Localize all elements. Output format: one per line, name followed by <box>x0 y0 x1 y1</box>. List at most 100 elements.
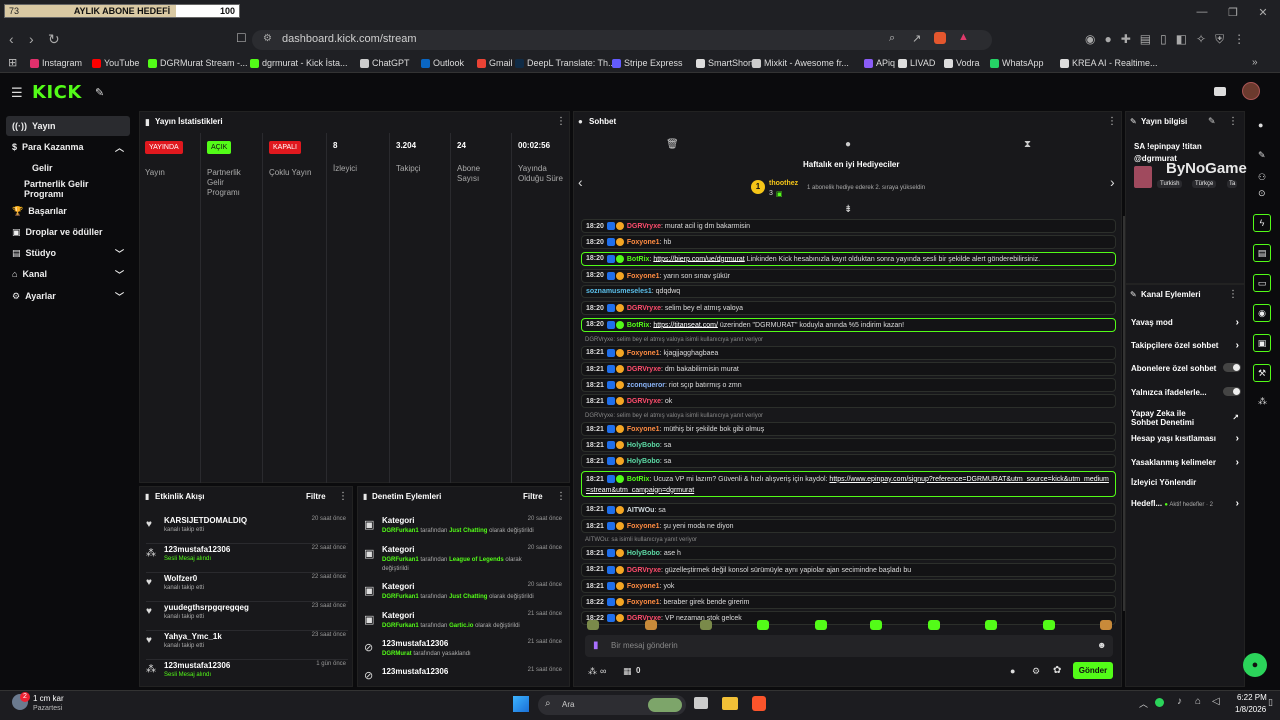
chat-message[interactable]: 18:21 HolyBobo: sa <box>581 438 1116 452</box>
activity-user[interactable]: KARSIJETDOMALDIQ <box>164 516 247 525</box>
message-user[interactable]: DGRVryxe <box>627 398 661 405</box>
points-icon[interactable]: ⁂ <box>588 666 597 677</box>
tag-chip[interactable]: Türkçe <box>1192 180 1217 188</box>
message-user[interactable]: DGRVryxe <box>627 566 661 573</box>
bookmark-item[interactable]: DGRMurat Stream -... <box>148 58 248 68</box>
bookmark-item[interactable]: ChatGPT <box>360 58 410 68</box>
reload-icon[interactable]: ↻ <box>48 31 60 48</box>
bookmark-item[interactable]: Outlook <box>421 58 464 68</box>
more-icon[interactable]: ⋮ <box>338 491 348 502</box>
volume-icon[interactable]: ◁ <box>1212 696 1220 707</box>
moderation-filter-button[interactable]: Filtre <box>523 492 543 501</box>
chat-message[interactable]: 18:21 HolyBobo: ase h <box>581 546 1116 561</box>
rail-studio-button[interactable]: ▣ <box>1253 334 1271 352</box>
message-user[interactable]: HolyBobo <box>627 550 660 557</box>
message-user[interactable]: HolyBobo <box>627 442 660 449</box>
notifications-icon[interactable]: ▯ <box>1268 697 1273 708</box>
chat-message[interactable]: 18:20 BotRix: https://titanseat.com/ üze… <box>581 317 1116 332</box>
message-user[interactable]: Foxyone1 <box>627 426 660 433</box>
bookmark-item[interactable]: DeepL Translate: Th... <box>515 58 616 68</box>
forward-icon[interactable]: › <box>29 31 34 47</box>
search-icon[interactable]: ⌕ <box>889 32 895 45</box>
channel-action-item[interactable]: Yapay Zeka ile Sohbet Denetimi ↗ <box>1131 409 1241 427</box>
gift-box-icon[interactable]: ▦ <box>623 666 632 677</box>
chat-settings-icon[interactable]: ● <box>1010 666 1015 676</box>
channel-action-item[interactable]: İzleyici Yönlendir <box>1131 478 1241 487</box>
message-user[interactable]: AITWOu <box>627 506 655 513</box>
category-thumbnail[interactable] <box>1134 166 1152 188</box>
emote-icon[interactable] <box>985 620 997 630</box>
studio-icon[interactable] <box>1214 87 1226 96</box>
sidebar-item-ayarlar[interactable]: ⚙ Ayarlar ﹀ <box>6 286 130 306</box>
chat-message[interactable]: 18:21 Foxyone1: kjagjjagghagbaea <box>581 345 1116 360</box>
extensions-icons[interactable]: ◉●✚▤▯◧✧⛨⋮ <box>1085 32 1254 47</box>
badge-icon[interactable]: ✿ <box>1053 665 1061 676</box>
rail-broadcast-button[interactable]: ◉ <box>1253 304 1271 322</box>
share-icon[interactable]: ↗ <box>912 32 921 45</box>
chat-message[interactable]: 18:22 DGRVryxe: VP nezaman stok gelcek <box>581 611 1116 626</box>
message-user[interactable]: DGRVryxe <box>627 305 661 312</box>
bookmark-item[interactable]: SmartShort <box>696 58 754 68</box>
moderation-actor[interactable]: DGRFurkan1 <box>382 594 419 600</box>
channel-action-item[interactable]: Yasaklanmış kelimeler › <box>1131 457 1241 468</box>
channel-action-item[interactable]: Hedefl... ● Aktif hedefler · 2 › <box>1131 498 1241 509</box>
sidebar-item-para-kazanma[interactable]: $ Para Kazanma ︿ <box>6 137 130 157</box>
chat-message[interactable]: 18:21 Foxyone1: müthiş bir şekilde bok g… <box>581 421 1116 436</box>
rail-doc-button[interactable]: ▤ <box>1253 244 1271 262</box>
close-icon[interactable]: ✕ <box>1253 6 1273 19</box>
message-user[interactable]: Foxyone1 <box>627 583 660 590</box>
more-icon[interactable]: ⋮ <box>1107 116 1117 127</box>
chat-message[interactable]: soznamusmeseles1: qdqdwq <box>581 284 1116 298</box>
activity-user[interactable]: 123mustafa12306 <box>164 545 230 554</box>
trash-icon[interactable]: 🗑 <box>666 139 679 150</box>
more-icon[interactable]: ⋮ <box>1228 289 1238 300</box>
maximize-icon[interactable]: ❐ <box>1223 6 1243 19</box>
site-info-icon[interactable]: ⚙ <box>263 33 272 44</box>
more-bookmarks-icon[interactable]: » <box>1252 57 1258 68</box>
message-user[interactable]: DGRVryxe <box>627 366 661 373</box>
url-field[interactable]: ⚙ dashboard.kick.com/stream ⌕ ↗ ▲ <box>252 30 992 50</box>
activity-user[interactable]: Wolfzer0 <box>164 574 197 583</box>
bookmark-item[interactable]: LIVAD <box>898 58 935 68</box>
channel-action-item[interactable]: Abonelere özel sohbet <box>1131 363 1241 373</box>
moderation-actor[interactable]: DGRFurkan1 <box>382 557 419 563</box>
brave-rewards-icon[interactable]: ▲ <box>958 31 969 43</box>
kick-logo[interactable]: KICK <box>32 82 82 103</box>
message-user[interactable]: zconqueror <box>627 382 665 389</box>
emote-icon[interactable] <box>587 620 599 630</box>
sidebar-item-partnerlik[interactable]: Partnerlik Gelir Programı <box>6 179 130 199</box>
hourglass-icon[interactable]: ⧗ <box>1024 139 1031 150</box>
more-icon[interactable]: ⋮ <box>1228 116 1238 127</box>
channel-action-item[interactable]: Yavaş mod › <box>1131 317 1241 328</box>
message-user[interactable]: Foxyone1 <box>627 599 660 606</box>
apps-grid-icon[interactable]: ⊞ <box>8 56 17 69</box>
sidebar-item-yayin[interactable]: ((·)) Yayın <box>6 116 130 136</box>
emote-icon[interactable] <box>645 620 657 630</box>
chat-message[interactable]: 18:21 HolyBobo: sa <box>581 454 1116 469</box>
sidebar-item-basarilar[interactable]: 🏆 Başarılar <box>6 201 130 221</box>
chat-message[interactable]: 18:20 Foxyone1: hb <box>581 235 1116 250</box>
start-icon[interactable] <box>513 696 529 712</box>
bookmark-item[interactable]: YouTube <box>92 58 139 68</box>
bookmark-item[interactable]: Stripe Express <box>612 58 683 68</box>
more-icon[interactable]: ⋮ <box>556 116 566 127</box>
moderation-actor[interactable]: DGRFurkan1 <box>382 623 419 629</box>
emote-icon[interactable] <box>1043 620 1055 630</box>
bookmark-item[interactable]: dgrmurat - Kick İsta... <box>250 58 348 68</box>
message-link[interactable]: https://bierp.com/ue/dgrmurat <box>653 255 744 262</box>
minimize-icon[interactable]: — <box>1192 6 1212 18</box>
message-user[interactable]: HolyBobo <box>627 458 660 465</box>
microphone-icon[interactable]: ♪ <box>1177 696 1182 707</box>
message-user[interactable]: BotRix <box>627 476 650 483</box>
gifter-name[interactable]: thoothez <box>769 180 798 187</box>
message-user[interactable]: Foxyone1 <box>627 272 660 279</box>
bookmark-item[interactable]: Instagram <box>30 58 82 68</box>
chat-message[interactable]: 18:20 BotRix: https://bierp.com/ue/dgrmu… <box>581 251 1116 266</box>
channel-action-item[interactable]: Takipçilere özel sohbet › <box>1131 340 1241 351</box>
channel-action-item[interactable]: Hesap yaşı kısıtlaması › <box>1131 433 1241 444</box>
sidebar-item-kanal[interactable]: ⌂ Kanal ﹀ <box>6 264 130 284</box>
bookmark-item[interactable]: APiq <box>864 58 895 68</box>
chat-fab-button[interactable]: ● <box>1243 653 1267 677</box>
chat-message[interactable]: 18:21 DGRVryxe: güzelleştirmek değil kon… <box>581 562 1116 577</box>
bookmark-item[interactable]: WhatsApp <box>990 58 1044 68</box>
